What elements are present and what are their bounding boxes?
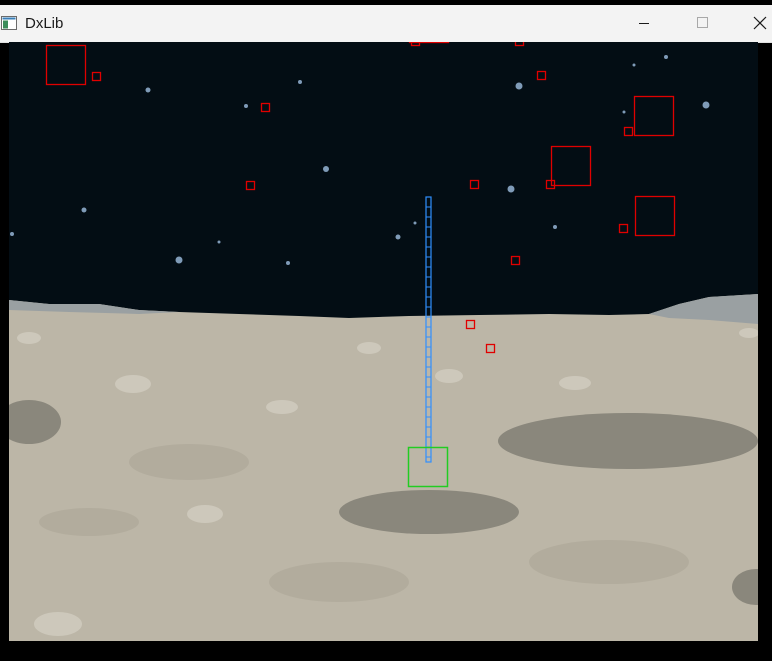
close-icon — [753, 16, 767, 30]
enemy-hitbox — [408, 42, 450, 44]
star — [286, 261, 290, 265]
star — [413, 221, 417, 225]
minimize-icon — [639, 23, 649, 24]
game-scene — [9, 42, 758, 641]
window-title: DxLib — [25, 15, 64, 32]
pebble — [115, 375, 151, 393]
pebble — [357, 342, 381, 354]
star — [622, 110, 626, 114]
star — [323, 166, 329, 172]
pebble — [34, 612, 82, 636]
maximize-button[interactable] — [679, 5, 725, 42]
maximize-icon — [697, 17, 708, 28]
star — [81, 207, 87, 213]
star — [515, 82, 523, 90]
star — [217, 240, 221, 244]
crater — [339, 490, 519, 534]
pebble — [187, 505, 223, 523]
pebble — [17, 332, 41, 344]
pebble — [559, 376, 591, 390]
star — [553, 225, 557, 229]
close-button[interactable] — [737, 5, 772, 42]
app-window-icon — [1, 16, 17, 30]
game-viewport[interactable] — [9, 42, 758, 641]
crater — [498, 413, 758, 469]
ground-patch — [269, 562, 409, 602]
star — [10, 232, 14, 236]
ground-patch — [529, 540, 689, 584]
pebble — [266, 400, 298, 414]
minimize-button[interactable] — [620, 5, 666, 42]
title-bar[interactable]: DxLib — [0, 5, 772, 43]
pebble — [435, 369, 463, 383]
star — [395, 234, 401, 240]
dxlib-window: DxLib — [0, 0, 772, 661]
star — [298, 80, 302, 84]
ground-patch — [129, 444, 249, 480]
star — [664, 55, 668, 59]
star — [244, 104, 248, 108]
star — [632, 63, 636, 67]
star — [175, 256, 183, 264]
window-bottom-border — [0, 641, 772, 661]
night-sky — [9, 42, 758, 312]
star — [507, 185, 515, 193]
star — [702, 101, 710, 109]
star — [145, 87, 151, 93]
ground-patch — [39, 508, 139, 536]
